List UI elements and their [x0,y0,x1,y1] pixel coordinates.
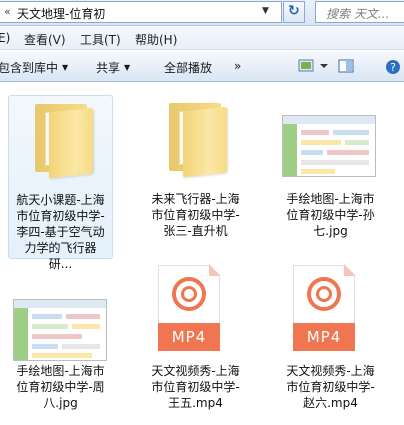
preview-pane-button[interactable] [338,59,354,76]
play-all-button[interactable]: 全部播放 [164,59,212,76]
image-thumbnail [13,299,107,361]
chevron-down-icon: ▼ [62,63,69,72]
search-input[interactable]: 搜索 天文... [315,1,404,23]
svg-text:?: ? [390,61,396,74]
mp4-badge: MP4 [158,323,220,351]
address-bar-strip: « 天文地理-位育初 ▼ ↻ 搜索 天文... [0,0,404,26]
folder-icon [31,104,95,179]
address-dropdown-button[interactable]: ▼ [252,1,282,23]
image-thumbnail [282,115,376,177]
command-bar: 包含到库中 ▼ 共享 ▼ 全部播放 » ? [0,51,404,82]
menu-help[interactable]: 帮助(H) [135,31,177,48]
share-button[interactable]: 共享 ▼ [96,59,130,76]
file-name: 手绘地图-上海市位育初级中学-周八.jpg [16,364,105,410]
video-file-icon: MP4 [158,264,221,351]
file-list-pane[interactable]: 航天小课题-上海市位育初级中学-李四-基于空气动力学的飞行器研... 未来飞行器… [0,83,404,425]
chevron-down-icon: ▼ [262,6,269,16]
file-name: 天文视频秀-上海市位育初级中学-赵六.mp4 [286,364,375,410]
play-all-label: 全部播放 [164,61,213,75]
address-box[interactable]: « 天文地理-位育初 [0,1,260,23]
file-item-folder[interactable]: 航天小课题-上海市位育初级中学-李四-基于空气动力学的飞行器研... [8,95,113,271]
file-name: 航天小课题-上海市位育初级中学-李四-基于空气动力学的飞行器研... [16,193,105,271]
breadcrumb-current-folder[interactable]: 天文地理-位育初 [17,5,105,22]
mp4-badge: MP4 [293,323,355,351]
change-view-button[interactable] [298,59,330,76]
file-item-folder[interactable]: 未来飞行器-上海市位育初级中学-张三-直升机 [143,95,248,245]
file-item-video[interactable]: MP4 天文视频秀-上海市位育初级中学-王五.mp4 [143,263,248,418]
file-item-image[interactable]: 手绘地图-上海市位育初级中学-周八.jpg [8,283,113,423]
menu-edit[interactable]: E) [0,31,10,45]
file-name: 手绘地图-上海市位育初级中学-孙七.jpg [286,192,375,238]
video-file-icon: MP4 [293,264,356,351]
help-button[interactable]: ? [384,59,402,78]
menu-tools[interactable]: 工具(T) [80,31,121,48]
help-icon: ? [386,60,400,74]
refresh-icon: ↻ [288,3,300,19]
file-name: 未来飞行器-上海市位育初级中学-张三-直升机 [151,192,240,238]
file-item-video[interactable]: MP4 天文视频秀-上海市位育初级中学-赵六.mp4 [278,263,383,418]
breadcrumb-overflow-icon[interactable]: « [4,5,11,18]
chevron-down-icon: ▼ [124,63,131,72]
menu-view[interactable]: 查看(V) [24,31,66,48]
file-item-image[interactable]: 手绘地图-上海市位育初级中学-孙七.jpg [278,95,383,245]
include-in-library-button[interactable]: 包含到库中 ▼ [0,59,68,76]
more-commands-button[interactable]: » [234,59,241,73]
refresh-button[interactable]: ↻ [283,1,305,23]
preview-pane-icon [338,59,354,73]
include-in-library-label: 包含到库中 [0,61,59,75]
search-placeholder: 搜索 天文... [326,7,390,21]
view-icon [298,59,328,72]
folder-icon [165,103,229,178]
file-name: 天文视频秀-上海市位育初级中学-王五.mp4 [151,364,240,410]
share-label: 共享 [96,61,121,75]
menu-bar: E) 查看(V) 工具(T) 帮助(H) [0,27,404,50]
